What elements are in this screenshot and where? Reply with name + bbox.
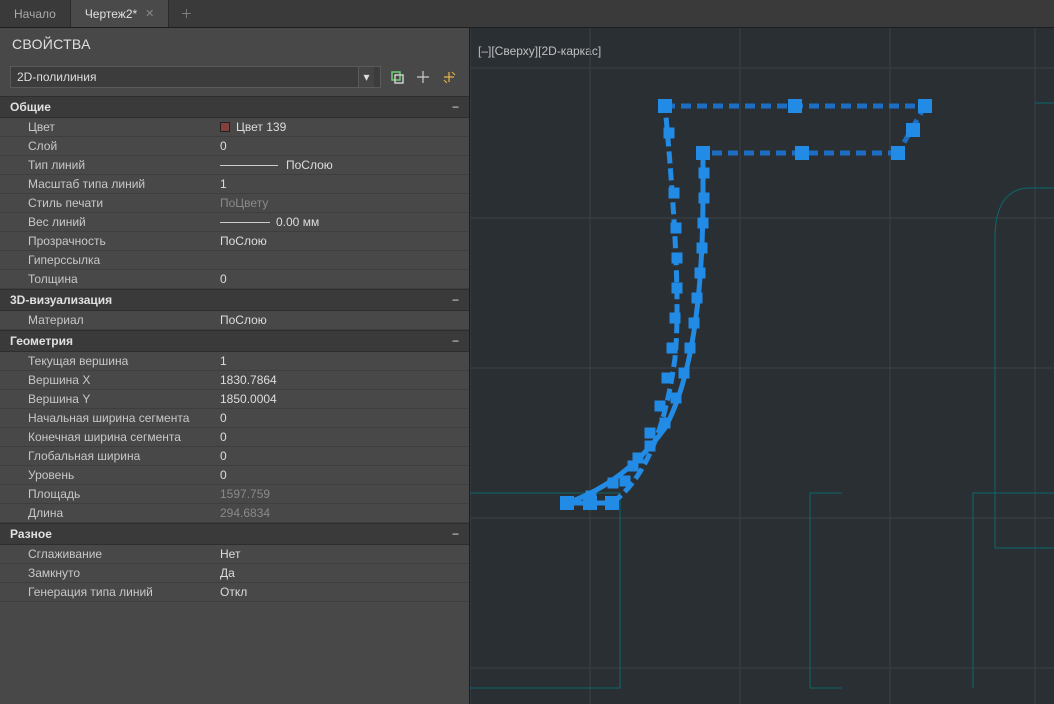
close-icon[interactable]: ✕: [145, 7, 154, 20]
prop-label-color: Цвет: [0, 120, 218, 134]
tab-drawing[interactable]: Чертеж2* ✕: [71, 0, 170, 27]
prop-label-area: Площадь: [0, 487, 218, 501]
prop-label-layer: Слой: [0, 139, 218, 153]
section-title: 3D-визуализация: [10, 293, 112, 307]
tab-label: Чертеж2*: [85, 7, 137, 21]
vertex-grips[interactable]: [560, 99, 932, 510]
prop-value-end-width[interactable]: 0: [218, 430, 469, 444]
grid: [470, 28, 1054, 704]
prop-label-vertex-x: Вершина X: [0, 373, 218, 387]
prop-value-length: 294.6834: [218, 506, 469, 520]
prop-label-lineweight: Вес линий: [0, 215, 218, 229]
prop-label-ltgen: Генерация типа линий: [0, 585, 218, 599]
prop-label-length: Длина: [0, 506, 218, 520]
tab-label: Начало: [14, 7, 56, 21]
collapse-icon[interactable]: −: [452, 100, 459, 114]
prop-label-vertex-y: Вершина Y: [0, 392, 218, 406]
tab-bar: Начало Чертеж2* ✕ ＋: [0, 0, 1054, 28]
prop-label-closed: Замкнуто: [0, 566, 218, 580]
collapse-icon[interactable]: −: [452, 527, 459, 541]
prop-label-ltscale: Масштаб типа линий: [0, 177, 218, 191]
prop-value-lineweight[interactable]: 0.00 мм: [218, 215, 469, 229]
selected-polyline[interactable]: [567, 106, 925, 503]
prop-value-vertex-y[interactable]: 1850.0004: [218, 392, 469, 406]
chevron-down-icon: ▾: [358, 67, 374, 87]
toggle-pickadd-icon[interactable]: [387, 67, 407, 87]
prop-value-fit[interactable]: Нет: [218, 547, 469, 561]
prop-label-thickness: Толщина: [0, 272, 218, 286]
background-geometry: [470, 103, 1054, 688]
section-title: Разное: [10, 527, 52, 541]
prop-label-end-width: Конечная ширина сегмента: [0, 430, 218, 444]
section-3d-header[interactable]: 3D-визуализация −: [0, 289, 469, 311]
select-objects-icon[interactable]: [413, 67, 433, 87]
tab-home[interactable]: Начало: [0, 0, 71, 27]
section-title: Геометрия: [10, 334, 73, 348]
prop-value-layer[interactable]: 0: [218, 139, 469, 153]
prop-label-transparency: Прозрачность: [0, 234, 218, 248]
section-geometry-header[interactable]: Геометрия −: [0, 330, 469, 352]
line-sample-icon: [220, 165, 278, 166]
select-value: 2D-полилиния: [17, 70, 96, 84]
prop-value-closed[interactable]: Да: [218, 566, 469, 580]
section-title: Общие: [10, 100, 51, 114]
prop-label-cur-vertex: Текущая вершина: [0, 354, 218, 368]
color-swatch-icon: [220, 122, 230, 132]
collapse-icon[interactable]: −: [452, 334, 459, 348]
prop-value-plotstyle: ПоЦвету: [218, 196, 469, 210]
prop-value-transparency[interactable]: ПоСлою: [218, 234, 469, 248]
prop-value-global-width[interactable]: 0: [218, 449, 469, 463]
section-misc-header[interactable]: Разное −: [0, 523, 469, 545]
collapse-icon[interactable]: −: [452, 293, 459, 307]
prop-value-ltscale[interactable]: 1: [218, 177, 469, 191]
prop-label-hyperlink: Гиперссылка: [0, 253, 218, 267]
prop-value-ltgen[interactable]: Откл: [218, 585, 469, 599]
object-selector-row: 2D-полилиния ▾: [0, 62, 469, 96]
main-area: СВОЙСТВА 2D-полилиния ▾ Общие − Цвет Цве…: [0, 28, 1054, 704]
prop-label-global-width: Глобальная ширина: [0, 449, 218, 463]
prop-label-start-width: Начальная ширина сегмента: [0, 411, 218, 425]
prop-value-color[interactable]: Цвет 139: [218, 120, 469, 134]
prop-label-linetype: Тип линий: [0, 158, 218, 172]
prop-value-cur-vertex[interactable]: 1: [218, 354, 469, 368]
prop-label-elevation: Уровень: [0, 468, 218, 482]
panel-title: СВОЙСТВА: [0, 28, 469, 62]
prop-value-material[interactable]: ПоСлою: [218, 313, 469, 327]
section-general-header[interactable]: Общие −: [0, 96, 469, 118]
prop-label-material: Материал: [0, 313, 218, 327]
prop-value-area: 1597.759: [218, 487, 469, 501]
curve-markers: [586, 128, 709, 501]
prop-value-elevation[interactable]: 0: [218, 468, 469, 482]
prop-value-thickness[interactable]: 0: [218, 272, 469, 286]
add-tab-button[interactable]: ＋: [173, 5, 199, 23]
prop-label-fit: Сглаживание: [0, 547, 218, 561]
prop-label-plotstyle: Стиль печати: [0, 196, 218, 210]
prop-value-vertex-x[interactable]: 1830.7864: [218, 373, 469, 387]
prop-value-start-width[interactable]: 0: [218, 411, 469, 425]
prop-value-linetype[interactable]: ПоСлою: [218, 158, 469, 172]
weight-sample-icon: [220, 222, 270, 223]
object-type-select[interactable]: 2D-полилиния ▾: [10, 66, 381, 88]
viewport-canvas[interactable]: [470, 28, 1054, 704]
properties-panel: СВОЙСТВА 2D-полилиния ▾ Общие − Цвет Цве…: [0, 28, 470, 704]
drawing-viewport[interactable]: [–][Сверху][2D-каркас]: [470, 28, 1054, 704]
quick-select-icon[interactable]: [439, 67, 459, 87]
